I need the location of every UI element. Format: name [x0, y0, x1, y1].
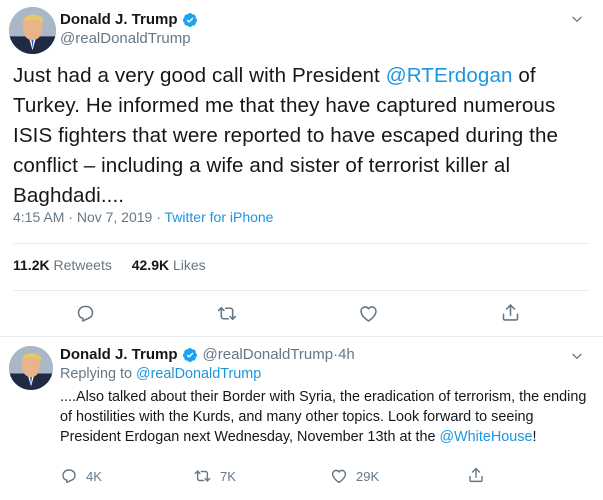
avatar[interactable] — [9, 346, 53, 390]
share-icon — [500, 302, 521, 323]
meta-separator: · — [64, 209, 77, 225]
retweets-stat[interactable]: 11.2K Retweets — [13, 257, 112, 273]
like-button[interactable] — [358, 303, 379, 324]
author-name[interactable]: Donald J. Trump — [60, 11, 178, 28]
verified-badge-icon — [182, 12, 198, 28]
author-handle[interactable]: @realDonaldTrump — [60, 30, 191, 47]
share-icon — [467, 466, 485, 484]
reply-button[interactable]: 4K — [60, 467, 102, 485]
likes-label: Likes — [172, 257, 206, 273]
reply-text-end: ! — [532, 429, 537, 445]
reply-text: ....Also talked about their Border with … — [60, 387, 595, 447]
tweet-date[interactable]: Nov 7, 2019 — [77, 209, 153, 225]
replying-label: Replying to — [60, 366, 136, 382]
reply-author-name[interactable]: Donald J. Trump — [60, 346, 178, 363]
chevron-down-icon[interactable] — [570, 349, 584, 363]
retweet-button[interactable]: 7K — [193, 467, 236, 485]
heart-icon — [358, 303, 379, 324]
main-tweet: Donald J. Trump @realDonaldTrump Just ha… — [0, 0, 603, 337]
tweet-time[interactable]: 4:15 AM — [13, 209, 64, 225]
author-handle-row: @realDonaldTrump — [60, 30, 191, 47]
tweet-text: Just had a very good call with President… — [13, 61, 598, 211]
likes-stat[interactable]: 42.9K Likes — [132, 257, 206, 273]
retweet-button[interactable] — [216, 303, 238, 324]
divider — [13, 243, 590, 244]
tweet-meta: 4:15 AM · Nov 7, 2019 · Twitter for iPho… — [13, 209, 273, 225]
retweets-label: Retweets — [53, 257, 112, 273]
like-button[interactable]: 29K — [330, 467, 379, 485]
reply-icon — [60, 467, 78, 485]
reply-count: 4K — [86, 468, 102, 484]
author-name-row[interactable]: Donald J. Trump — [60, 11, 198, 28]
like-count: 29K — [356, 468, 380, 484]
tweet-stats: 11.2K Retweets 42.9K Likes — [13, 257, 206, 273]
avatar[interactable] — [9, 7, 56, 54]
mention-link[interactable]: @RTErdogan — [386, 64, 513, 87]
tweet-text-start: Just had a very good call with President — [13, 64, 386, 87]
divider — [13, 290, 590, 291]
reply-button[interactable] — [75, 303, 96, 324]
retweet-icon — [216, 303, 238, 324]
reply-author-handle[interactable]: @realDonaldTrump — [203, 346, 334, 363]
chevron-down-icon[interactable] — [570, 12, 584, 26]
share-button[interactable] — [467, 466, 485, 484]
reply-author-row: Donald J. Trump @realDonaldTrump · 4h — [60, 346, 355, 363]
meta-separator: · — [152, 209, 165, 225]
replying-to: Replying to @realDonaldTrump — [60, 366, 261, 382]
retweets-count: 11.2K — [13, 257, 50, 273]
tweet-source[interactable]: Twitter for iPhone — [165, 209, 274, 225]
retweet-count: 7K — [220, 468, 236, 484]
share-button[interactable] — [500, 302, 521, 323]
mention-link[interactable]: @WhiteHouse — [439, 429, 532, 445]
likes-count: 42.9K — [131, 257, 170, 273]
replying-to-link[interactable]: @realDonaldTrump — [136, 366, 261, 382]
retweet-icon — [193, 467, 212, 485]
heart-icon — [330, 467, 348, 485]
reply-icon — [75, 303, 96, 324]
verified-badge-icon — [182, 347, 198, 363]
reply-time[interactable]: 4h — [338, 346, 355, 363]
